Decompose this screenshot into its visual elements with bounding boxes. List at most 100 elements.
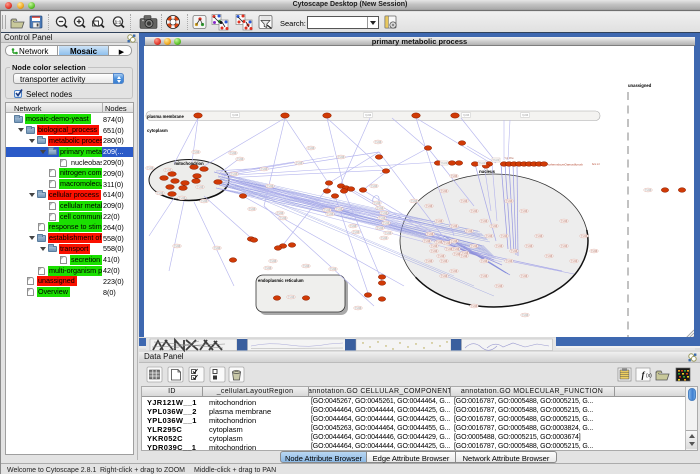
svg-text:Yxl36: Yxl36	[193, 150, 200, 154]
svg-text:Yxl36: Yxl36	[506, 199, 513, 203]
svg-text:Yxl36: Yxl36	[481, 274, 488, 278]
svg-text:Yxl36: Yxl36	[426, 259, 433, 263]
svg-text:Yxl36: Yxl36	[501, 234, 508, 238]
svg-text:Yxl36: Yxl36	[471, 304, 478, 308]
svg-text:Yxl36: Yxl36	[431, 249, 438, 253]
svg-text:unassigned: unassigned	[628, 83, 652, 88]
svg-text:Yxl36: Yxl36	[377, 206, 384, 210]
svg-text:Yxl36: Yxl36	[466, 229, 473, 233]
svg-text:Yxl36: Yxl36	[521, 274, 528, 278]
svg-text:Yxl36: Yxl36	[296, 161, 303, 165]
svg-text:Yxl36: Yxl36	[486, 234, 493, 238]
svg-text:Yxl36: Yxl36	[471, 209, 478, 213]
svg-text:Yxl36: Yxl36	[451, 224, 458, 228]
svg-text:bcx ml: bcx ml	[592, 162, 600, 166]
svg-text:Yxl36: Yxl36	[561, 244, 568, 248]
svg-text:Yxl36: Yxl36	[491, 224, 498, 228]
svg-text:Yxl36: Yxl36	[441, 274, 448, 278]
svg-text:Ybr20: Ybr20	[493, 159, 500, 162]
svg-text:plasma membrane: plasma membrane	[147, 114, 184, 119]
svg-text:Ypl36: Ypl36	[463, 113, 470, 117]
svg-text:Ypl36: Ypl36	[232, 113, 239, 117]
svg-text:Yxl36: Yxl36	[471, 244, 478, 248]
svg-text:Yxl36: Yxl36	[174, 244, 181, 248]
svg-text:Yxl36: Yxl36	[371, 184, 378, 188]
svg-text:Yxl36: Yxl36	[496, 244, 503, 248]
svg-text:Yxl36: Yxl36	[571, 259, 578, 263]
svg-text:Ypl36: Ypl36	[365, 113, 372, 117]
svg-text:endoplasmic reticulum: endoplasmic reticulum	[258, 278, 304, 283]
svg-text:Yxl36: Yxl36	[338, 155, 345, 159]
svg-text:Yxl36: Yxl36	[288, 295, 295, 299]
svg-text:Yxl36: Yxl36	[277, 211, 284, 215]
svg-text:Yxl36: Yxl36	[377, 226, 384, 230]
svg-text:Yxl36: Yxl36	[441, 189, 448, 193]
svg-text:Yxl36: Yxl36	[214, 246, 221, 250]
svg-text:Yxl36: Yxl36	[375, 140, 382, 144]
svg-text:Yxl36: Yxl36	[411, 199, 418, 203]
svg-text:Yxl36: Yxl36	[424, 239, 431, 243]
svg-text:Yxl36: Yxl36	[522, 313, 529, 317]
svg-text:nucleus: nucleus	[479, 169, 495, 174]
svg-text:Yxl36: Yxl36	[426, 204, 433, 208]
svg-text:Yxl36: Yxl36	[179, 196, 186, 200]
svg-text:Yxl36: Yxl36	[327, 212, 334, 216]
svg-text:Yxl36: Yxl36	[536, 234, 543, 238]
svg-text:Yxl36: Yxl36	[451, 174, 458, 178]
svg-text:Yxl36: Yxl36	[526, 244, 533, 248]
svg-text:Yxl36: Yxl36	[355, 306, 362, 310]
svg-text:Yxl36: Yxl36	[280, 216, 287, 220]
svg-text:xxherxxbczxOaexxdfcrxxb: xxherxxbczxOaexxdfcrxxb	[548, 163, 583, 167]
svg-text:Yxl36: Yxl36	[451, 269, 458, 273]
svg-text:Yxl36: Yxl36	[385, 231, 392, 235]
svg-text:Yxl36: Yxl36	[350, 224, 357, 228]
svg-text:Yxl36: Yxl36	[481, 259, 488, 263]
svg-text:Yxl36: Yxl36	[441, 259, 448, 263]
svg-text:Yxl36: Yxl36	[379, 216, 386, 220]
svg-text:Yxl36: Yxl36	[461, 254, 468, 258]
svg-text:mitochondrion: mitochondrion	[174, 161, 204, 166]
svg-text:Yxl36: Yxl36	[451, 239, 458, 243]
svg-text:(x): (x)	[646, 373, 652, 379]
svg-text:Ybr20: Ybr20	[479, 162, 486, 165]
svg-text:Yxl36: Yxl36	[438, 254, 445, 258]
svg-text:Ygl 36w: Ygl 36w	[504, 156, 513, 160]
svg-text:Yxl36: Yxl36	[165, 168, 172, 172]
svg-text:cytoplasm: cytoplasm	[147, 128, 168, 133]
svg-text:Yxl36: Yxl36	[303, 264, 310, 268]
svg-text:Yxl36: Yxl36	[383, 221, 390, 225]
svg-text:Yxl36: Yxl36	[231, 172, 238, 176]
svg-text:1:1: 1:1	[115, 19, 122, 24]
svg-text:Yxl36: Yxl36	[436, 219, 443, 223]
svg-text:Yxl36: Yxl36	[561, 219, 568, 223]
svg-text:Yxl36: Yxl36	[381, 236, 388, 240]
svg-text:Yxl36: Yxl36	[431, 244, 438, 248]
svg-text:Yxl36: Yxl36	[324, 208, 331, 212]
svg-text:Yxl36: Yxl36	[481, 219, 488, 223]
svg-text:Yxl36: Yxl36	[506, 259, 513, 263]
svg-text:Yxl36: Yxl36	[308, 146, 315, 150]
svg-text:Yxl36: Yxl36	[511, 249, 518, 253]
svg-text:Yxl36: Yxl36	[261, 167, 268, 171]
svg-text:Ypl36: Ypl36	[522, 113, 529, 117]
svg-text:Yxl36: Yxl36	[645, 188, 652, 192]
svg-text:Yxl36: Yxl36	[157, 191, 164, 195]
svg-text:Yxl36: Yxl36	[197, 185, 204, 189]
svg-text:Yxl36: Yxl36	[201, 199, 208, 203]
svg-text:Yxl36: Yxl36	[147, 166, 154, 170]
svg-text:Ybr20: Ybr20	[441, 162, 448, 165]
svg-text:Yxl36: Yxl36	[230, 151, 237, 155]
svg-text:Yxl36: Yxl36	[546, 254, 553, 258]
svg-text:Yxl36: Yxl36	[436, 240, 443, 244]
svg-text:Yxl36: Yxl36	[237, 157, 244, 161]
svg-text:Yxl36: Yxl36	[461, 199, 468, 203]
svg-text:Yxl36: Yxl36	[265, 266, 272, 270]
svg-text:Yxl36: Yxl36	[496, 284, 503, 288]
svg-text:Yxl36: Yxl36	[521, 209, 528, 213]
svg-text:Yxl36: Yxl36	[267, 184, 274, 188]
svg-text:Yxl36: Yxl36	[336, 207, 343, 211]
svg-text:Yxl36: Yxl36	[591, 249, 598, 253]
svg-text:Yxl36: Yxl36	[381, 211, 388, 215]
svg-text:Yxl36: Yxl36	[453, 247, 460, 251]
svg-text:Yxl36: Yxl36	[330, 267, 337, 271]
